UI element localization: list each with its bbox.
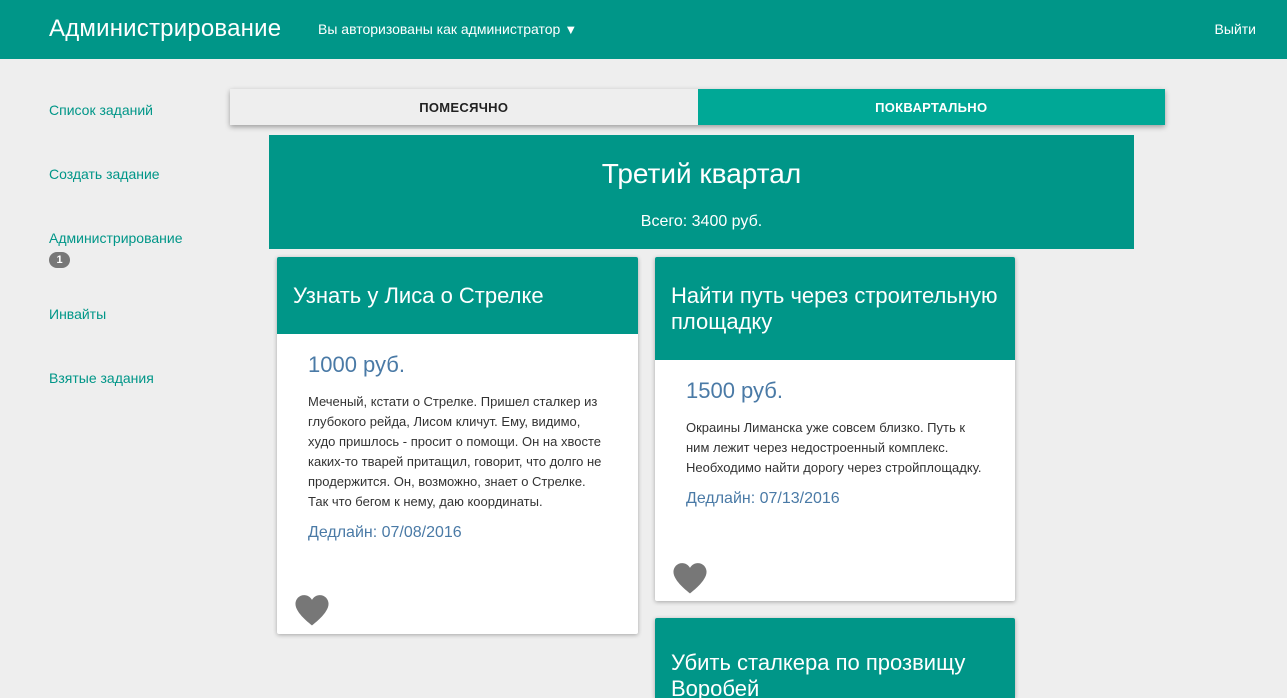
sidebar-item-label: Администрирование: [49, 230, 183, 246]
task-deadline: Дедлайн: 07/13/2016: [686, 490, 840, 507]
task-description: Окраины Лиманска уже совсем близко. Путь…: [686, 420, 982, 475]
quarter-total: Всего: 3400 руб.: [640, 213, 763, 230]
task-price: 1000 руб.: [308, 352, 406, 377]
quarter-banner: Третий квартал Всего: 3400 руб.: [269, 135, 1134, 249]
task-card: Узнать у Лиса о Стрелке 1000 руб. Мечены…: [277, 257, 638, 634]
user-menu-dropdown[interactable]: Вы авторизованы как администратор ▼: [318, 21, 577, 37]
user-menu-label: Вы авторизованы как администратор: [318, 21, 561, 37]
task-card-title: Узнать у Лиса о Стрелке: [277, 257, 638, 334]
task-card: Убить сталкера по прозвищу Воробей: [655, 618, 1015, 698]
tab-quarterly[interactable]: ПОКВАРТАЛЬНО: [697, 89, 1165, 125]
sidebar-item-administration[interactable]: Администрирование 1: [49, 228, 229, 268]
task-price: 1500 руб.: [686, 378, 784, 403]
task-card-body: 1500 руб. Окраины Лиманска уже совсем бл…: [655, 360, 1015, 508]
caret-down-icon: ▼: [564, 22, 578, 37]
logout-link[interactable]: Выйти: [1215, 21, 1256, 37]
brand-title[interactable]: Администрирование: [49, 15, 281, 43]
task-card-body: 1000 руб. Меченый, кстати о Стрелке. При…: [277, 334, 638, 542]
task-card: Найти путь через строительную площадку 1…: [655, 257, 1015, 601]
tab-monthly[interactable]: ПОМЕСЯЧНО: [230, 89, 698, 125]
period-tabs: ПОМЕСЯЧНО ПОКВАРТАЛЬНО: [230, 89, 1165, 125]
sidebar-item-invites[interactable]: Инвайты: [49, 304, 229, 324]
sidebar-item-taken-tasks[interactable]: Взятые задания: [49, 368, 229, 388]
sidebar-item-task-list[interactable]: Список заданий: [49, 100, 229, 120]
sidebar: Список заданий Создать задание Администр…: [49, 100, 229, 432]
sidebar-item-create-task[interactable]: Создать задание: [49, 164, 229, 184]
notification-badge: 1: [49, 252, 70, 268]
quarter-title: Третий квартал: [601, 158, 802, 189]
task-deadline: Дедлайн: 07/08/2016: [308, 524, 462, 541]
task-card-title: Убить сталкера по прозвищу Воробей: [655, 618, 1015, 698]
top-navbar: Администрирование Вы авторизованы как ад…: [0, 0, 1287, 59]
task-description: Меченый, кстати о Стрелке. Пришел сталке…: [308, 394, 602, 509]
heart-icon[interactable]: [294, 594, 330, 626]
task-card-title: Найти путь через строительную площадку: [655, 257, 1015, 360]
heart-icon[interactable]: [672, 562, 708, 594]
